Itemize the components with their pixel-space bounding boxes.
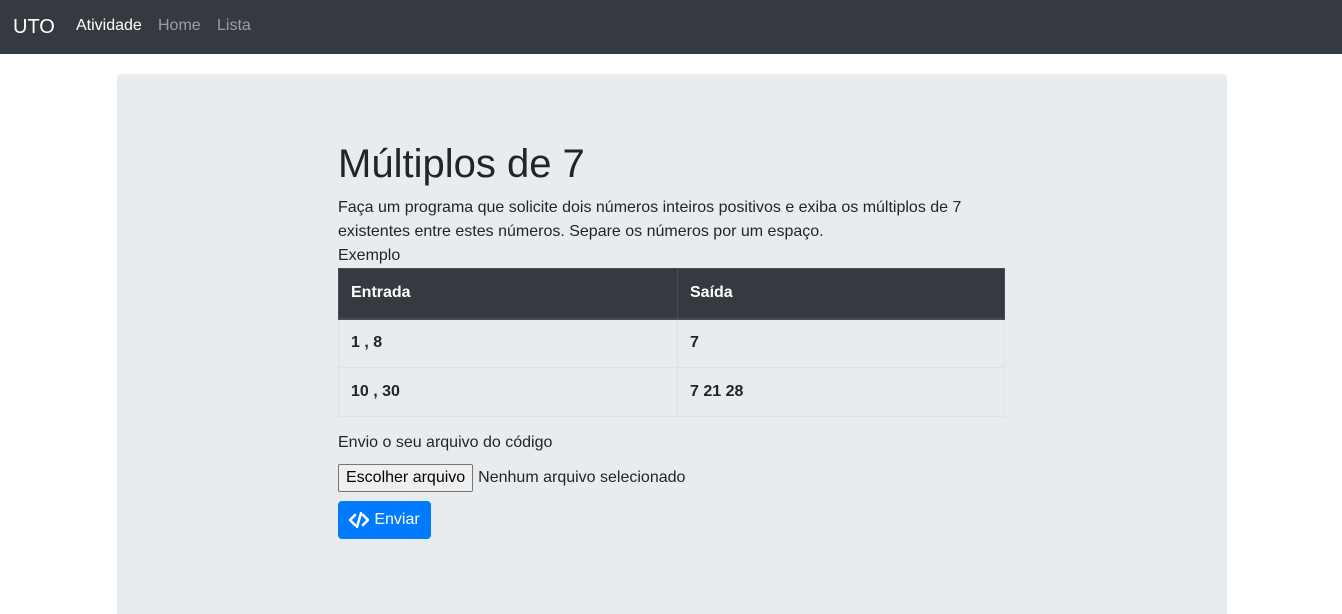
table-row: 10 , 30 7 21 28: [338, 367, 1005, 417]
table-cell-input: 1 , 8: [338, 318, 678, 368]
table-header-entrada: Entrada: [338, 268, 678, 320]
table-row: 1 , 8 7: [338, 318, 1005, 368]
table-cell-output: 7 21 28: [677, 367, 1005, 417]
file-status-text: Nenhum arquivo selecionado: [478, 469, 686, 486]
exercise-description: Faça um programa que solicite dois númer…: [338, 199, 962, 240]
choose-file-button[interactable]: Escolher arquivo: [338, 464, 474, 492]
table-header-saida: Saída: [677, 268, 1005, 320]
example-table: Entrada Saída 1 , 8 7 10 , 30 7 21 28: [338, 268, 1005, 417]
nav-link-home[interactable]: Home: [158, 16, 201, 36]
file-input: Escolher arquivo Nenhum arquivo selecion…: [338, 464, 685, 492]
example-label: Exemplo: [338, 247, 401, 264]
table-cell-input: 10 , 30: [338, 367, 678, 417]
navbar-brand[interactable]: UTO: [13, 14, 55, 40]
code-icon: [349, 511, 370, 529]
navbar: UTO Atividade Home Lista: [0, 0, 1342, 54]
submit-button-label: Enviar: [374, 511, 420, 528]
nav-link-atividade[interactable]: Atividade: [76, 16, 142, 36]
exercise-content: Múltiplos de 7 Faça um programa que soli…: [338, 140, 1005, 417]
table-cell-output: 7: [677, 318, 1005, 368]
submit-button[interactable]: Enviar: [338, 501, 431, 539]
nav-link-lista[interactable]: Lista: [217, 16, 251, 36]
table-header-row: Entrada Saída: [338, 268, 1005, 320]
page-title: Múltiplos de 7: [338, 142, 585, 186]
upload-label: Envio o seu arquivo do código: [338, 434, 553, 451]
